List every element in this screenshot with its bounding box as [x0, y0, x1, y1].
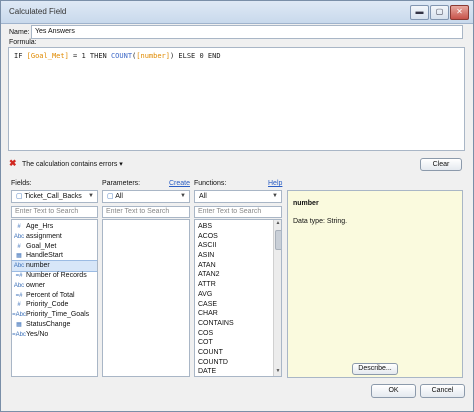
field-item-label: StatusChange — [26, 320, 71, 328]
functions-scrollbar[interactable]: ▲ ▼ — [273, 220, 281, 376]
functions-search-input[interactable]: Enter Text to Search — [194, 206, 282, 218]
calculated-field-dialog: Calculated Field ▬ ▢ ✕ Name: Yes Answers… — [0, 0, 474, 412]
field-item[interactable]: =AbcYes/No — [12, 330, 97, 340]
functions-rows: ABS ACOS ASCII ASIN ATAN ATAN2 ATTR AVG CASE CHAR… — [195, 222, 273, 376]
fields-source-value: Ticket_Call_Backs — [24, 193, 82, 200]
help-link[interactable]: Help — [268, 180, 282, 187]
function-item[interactable]: COS — [195, 329, 273, 339]
functions-list: ABS ACOS ASCII ASIN ATAN ATAN2 ATTR AVG CASE CHAR… — [194, 219, 282, 377]
function-item[interactable]: ATAN — [195, 261, 273, 271]
parameters-filter-select[interactable]: ▢ All ▼ — [102, 190, 190, 203]
functions-filter-select[interactable]: All ▼ — [194, 190, 282, 203]
description-body: Data type: String. — [293, 218, 348, 225]
formula-tail: ) ELSE 0 END — [169, 52, 221, 60]
function-item[interactable]: ATTR — [195, 280, 273, 290]
fields-source-select[interactable]: ▢ Ticket_Call_Backs ▼ — [11, 190, 98, 203]
field-item[interactable]: # Priority_Code — [12, 300, 97, 310]
close-button[interactable]: ✕ — [450, 5, 469, 20]
formula-field-token: [Goal_Met] — [26, 52, 69, 60]
field-item[interactable]: Abc assignment — [12, 232, 97, 242]
chevron-down-icon: ▼ — [272, 193, 278, 199]
maximize-button[interactable]: ▢ — [430, 5, 449, 20]
clear-button[interactable]: Clear — [420, 158, 462, 171]
ok-button[interactable]: OK — [371, 384, 416, 398]
field-item-label: Goal_Met — [26, 242, 57, 250]
field-item-label: owner — [26, 281, 46, 289]
chevron-down-icon: ▼ — [180, 193, 186, 199]
field-item-label: number — [26, 262, 50, 270]
title-bar: Calculated Field ▬ ▢ ✕ — [1, 1, 473, 24]
cancel-button[interactable]: Cancel — [420, 384, 465, 398]
scroll-up-icon[interactable]: ▲ — [274, 220, 281, 228]
parameters-search-input[interactable]: Enter Text to Search — [102, 206, 190, 218]
function-item[interactable]: CONTAINS — [195, 319, 273, 329]
description-title: number — [293, 200, 319, 207]
formula-operator: = 1 THEN — [68, 52, 111, 60]
field-item[interactable]: Abc number — [12, 260, 97, 272]
function-item[interactable]: ASCII — [195, 241, 273, 251]
formula-keyword: IF — [14, 52, 27, 60]
function-item[interactable]: ASIN — [195, 251, 273, 261]
chevron-down-icon: ▼ — [88, 193, 94, 199]
field-item-label: assignment — [26, 232, 62, 240]
parameters-list — [102, 219, 190, 377]
functions-label: Functions: — [194, 180, 227, 187]
function-item[interactable]: ACOS — [195, 232, 273, 242]
formula-function-token: COUNT — [110, 52, 133, 60]
functions-filter-value: All — [199, 193, 207, 200]
scroll-down-icon[interactable]: ▼ — [274, 368, 281, 376]
function-item[interactable]: CASE — [195, 300, 273, 310]
function-item[interactable]: ATAN2 — [195, 270, 273, 280]
fields-label: Fields: — [11, 180, 32, 187]
function-item[interactable]: ABS — [195, 222, 273, 232]
field-item-label: Age_Hrs — [26, 223, 54, 230]
scrollbar-thumb[interactable] — [275, 230, 281, 250]
field-item[interactable]: =# Number of Records — [12, 271, 97, 281]
description-panel: number Data type: String. Describe... — [287, 190, 463, 378]
datasource-icon: ▢ — [107, 193, 116, 200]
field-item[interactable]: =# Percent of Total — [12, 291, 97, 301]
field-item[interactable]: Abc owner — [12, 281, 97, 291]
name-label: Name: — [9, 29, 30, 36]
describe-button[interactable]: Describe... — [352, 363, 398, 375]
formula-label: Formula: — [9, 39, 37, 46]
name-input[interactable]: Yes Answers — [31, 25, 463, 39]
formula-editor[interactable]: IF [Goal_Met] = 1 THEN COUNT([number]) E… — [8, 47, 465, 151]
window-title: Calculated Field — [9, 7, 67, 16]
field-item-label: Priority_Time_Goals — [26, 311, 90, 319]
field-item-label: HandleStart — [26, 252, 63, 260]
field-item[interactable]: # Age_Hrs — [12, 222, 97, 232]
parameters-filter-value: All — [115, 193, 123, 200]
field-item[interactable]: =AbcPriority_Time_Goals — [12, 310, 97, 320]
parameters-label: Parameters: — [102, 180, 141, 187]
field-item-label: Priority_Code — [26, 301, 69, 309]
field-item-label: Yes/No — [26, 330, 49, 338]
function-item[interactable]: COUNT — [195, 348, 273, 358]
minimize-button[interactable]: ▬ — [410, 5, 429, 20]
function-item[interactable]: AVG — [195, 290, 273, 300]
create-parameter-link[interactable]: Create — [169, 180, 190, 187]
field-item[interactable]: ▦ HandleStart — [12, 251, 97, 261]
function-item[interactable]: CHAR — [195, 309, 273, 319]
fields-search-input[interactable]: Enter Text to Search — [11, 206, 98, 218]
field-type-icon: =Abc — [12, 331, 26, 338]
error-status-text[interactable]: The calculation contains errors ▾ — [22, 160, 123, 168]
fields-list: # Age_Hrs Abc assignment # Goal_Met ▦ HandleSta… — [11, 219, 98, 377]
function-item[interactable]: COUNTD — [195, 358, 273, 368]
field-item[interactable]: ▦ StatusChange — [12, 320, 97, 330]
field-item[interactable]: # Goal_Met — [12, 242, 97, 252]
formula-arg-token: [number] — [136, 52, 170, 60]
error-x-icon: ✖ — [9, 158, 17, 168]
function-item[interactable]: COT — [195, 338, 273, 348]
function-item[interactable]: DATE — [195, 367, 273, 376]
field-item-label: Percent of Total — [26, 291, 75, 299]
field-item-label: Number of Records — [26, 271, 87, 279]
